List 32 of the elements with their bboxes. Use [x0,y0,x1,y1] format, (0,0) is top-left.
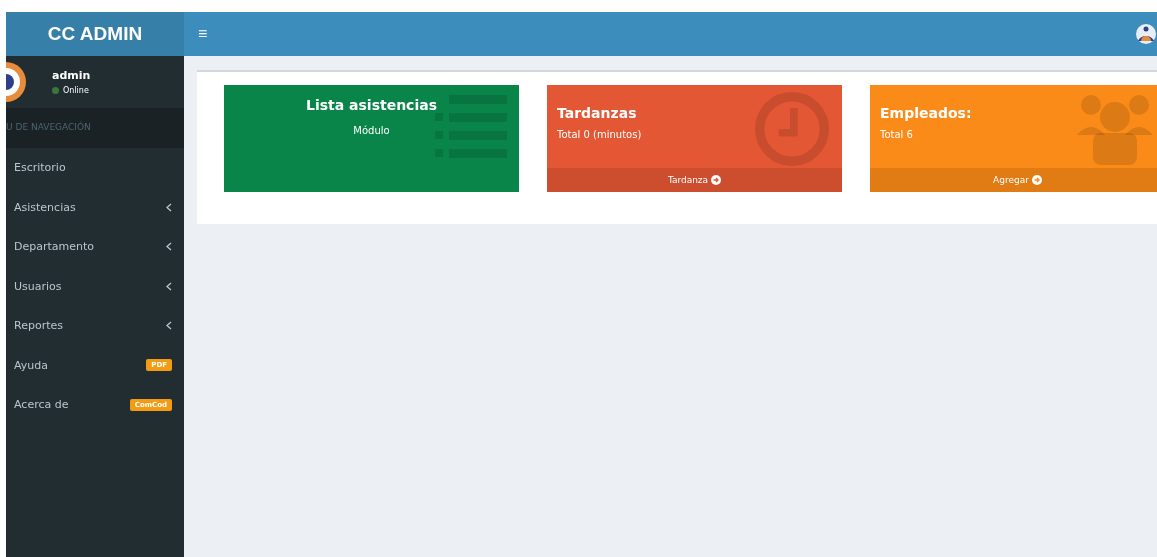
app-logo[interactable]: CC ADMIN [6,12,184,56]
card-title: Empleados: [879,104,973,121]
card-subtitle: Total 6 [879,128,914,140]
card-title: Lista asistencias [306,97,437,113]
status-dot [52,87,59,94]
card-subtitle: Total 0 (minutos) [556,128,643,140]
card-subtitle: Módulo [353,125,390,136]
card-title: Tardanzas [556,104,638,121]
menu-button[interactable]: ≡ [194,25,212,43]
user-name: admin [52,69,91,82]
user-avatar-icon [6,62,26,102]
sidebar-item[interactable]: Escritorio [6,148,184,188]
module-card[interactable]: Lista asistencias Módulo [224,85,519,192]
item-label: Ayuda [14,358,48,372]
sidebar-item[interactable]: Asistencias [6,187,184,227]
stat-card[interactable]: Tardanzas Total 0 (minutos) Tardanza [547,85,842,192]
nav-section-title: U DE NAVEGACIÓN [6,108,184,148]
user-avatar-icon [1135,23,1157,45]
item-label: Acerca de [14,398,69,412]
arrow-circle-right-icon [711,175,722,185]
clock-icon [752,91,832,167]
arrow-circle-right-icon [1031,175,1042,185]
sidebar-item[interactable]: Reportes [6,306,184,346]
sidebar-item[interactable]: Usuarios [6,266,184,306]
status-text: Online [63,86,89,95]
item-label: Usuarios [14,279,62,293]
item-label: Departamento [14,240,95,254]
item-label: Asistencias [14,200,76,214]
sidebar-item[interactable]: Departamento [6,227,184,267]
item-label: Reportes [14,319,63,333]
card-footer-link[interactable]: Tardanza [547,168,842,192]
item-label: Escritorio [14,161,66,175]
